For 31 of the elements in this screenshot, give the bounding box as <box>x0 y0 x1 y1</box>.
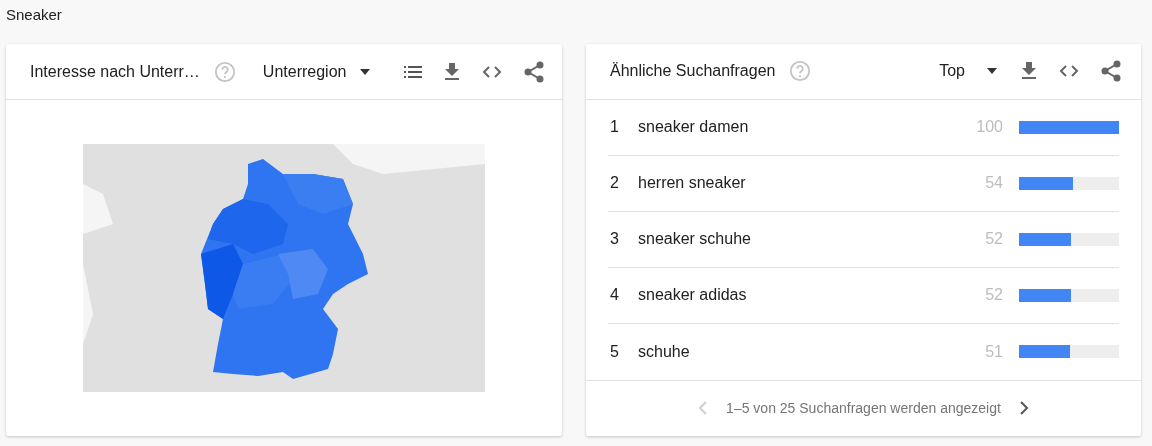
sort-dropdown[interactable]: Top <box>939 59 997 84</box>
rank-number: 2 <box>609 173 620 193</box>
caret-icon <box>360 68 371 75</box>
card-title: Interesse nach Unterr… <box>30 61 200 82</box>
query-link[interactable]: schuhe <box>638 339 690 364</box>
rank-number: 3 <box>609 229 620 249</box>
list-icon[interactable] <box>404 65 422 78</box>
rank-number: 5 <box>609 341 620 362</box>
query-link[interactable]: sneaker adidas <box>638 283 747 307</box>
rank-number: 4 <box>609 285 620 305</box>
share-icon[interactable] <box>1101 60 1121 83</box>
next-page-icon[interactable] <box>1018 401 1029 416</box>
embed-code-icon[interactable] <box>482 64 502 79</box>
card-title: Ähnliche Suchanfragen <box>610 61 776 82</box>
download-icon[interactable] <box>444 62 460 81</box>
embed-code-icon[interactable] <box>1059 64 1079 79</box>
caret-icon <box>987 68 997 75</box>
interest-value: 54 <box>984 173 1003 193</box>
interest-value: 100 <box>975 117 1003 137</box>
pagination-text: 1–5 von 25 Suchanfragen werden angezeigt <box>726 398 1001 418</box>
share-icon[interactable] <box>524 60 544 83</box>
interest-value: 52 <box>984 229 1003 249</box>
query-link[interactable]: sneaker schuhe <box>638 227 751 251</box>
interest-value: 51 <box>984 341 1003 362</box>
query-link[interactable]: sneaker damen <box>638 115 749 139</box>
page-title: Sneaker <box>5 5 63 25</box>
interest-value: 52 <box>984 285 1003 305</box>
rank-number: 1 <box>609 117 620 137</box>
download-icon[interactable] <box>1021 62 1037 81</box>
query-link[interactable]: herren sneaker <box>638 171 746 195</box>
region-dropdown[interactable]: Unterregion <box>262 59 371 84</box>
